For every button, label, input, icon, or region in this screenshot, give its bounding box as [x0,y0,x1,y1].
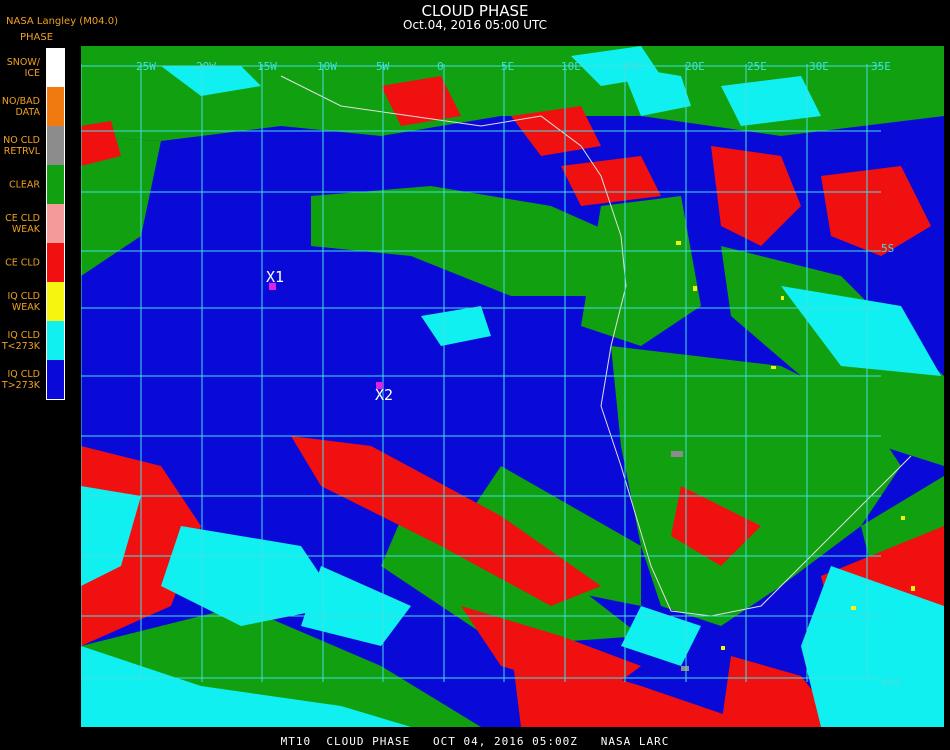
legend-label: IQ CLD WEAK [7,290,40,313]
legend-label: CLEAR [8,179,40,190]
legend-item: NO CLD RETRVL [0,126,66,165]
site-marker-label: X1 [266,268,285,286]
brand-label: NASA Langley (M04.0) [6,16,118,27]
legend-swatch [46,48,65,87]
legend-swatch [46,360,65,399]
legend-swatch [46,321,65,360]
legend-swatch [46,243,65,282]
legend-item: IQ CLD T<273K [0,321,66,360]
footer-caption: MT10 CLOUD PHASE OCT 04, 2016 05:00Z NAS… [280,735,670,748]
longitude-label: 15W [257,60,277,73]
legend-label: SNOW/ ICE [6,56,40,79]
legend-swatch [46,87,65,126]
legend-swatch [46,126,65,165]
longitude-label: 10W [317,60,337,73]
legend-item: IQ CLD T>273K [0,360,66,399]
longitude-label: 20E [685,60,705,73]
longitude-label: 10E [561,60,581,73]
legend-item: SNOW/ ICE [0,48,66,87]
longitude-label: 0 [437,60,444,73]
longitude-label: 25E [747,60,767,73]
legend-swatch [46,204,65,243]
legend-label: CE CLD [5,257,40,268]
map-canvas [81,46,944,727]
longitude-label: 5W [376,60,390,73]
longitude-label: 25W [136,60,156,73]
latitude-label: 40S [881,676,901,689]
legend-label: CE CLD WEAK [5,212,40,235]
site-marker-label: X2 [375,386,394,404]
longitude-label: 30E [809,60,829,73]
cloud-phase-map[interactable]: 25W 20W 15W 10W 5W 0 5E 10E 15E 20E 25E 30E 35E 5S 40S… [81,46,944,727]
latitude-label: 5S [881,242,895,255]
legend-item: CE CLD WEAK [0,204,66,243]
legend-swatch [46,282,65,321]
longitude-label: 5E [501,60,515,73]
legend-item: IQ CLD WEAK [0,282,66,321]
legend-label: IQ CLD T<273K [1,329,40,352]
legend-label: NO CLD RETRVL [3,134,40,157]
longitude-label: 35E [871,60,891,73]
longitude-label: 20W [196,60,216,73]
legend-title: PHASE [20,32,54,43]
longitude-label: 15E [623,60,643,73]
map-timestamp: Oct.04, 2016 05:00 UTC [403,18,547,32]
phase-legend: SNOW/ ICE NO/BAD DATA NO CLD RETRVL CLEAR CE… [0,48,66,400]
legend-item: CE CLD [0,243,66,282]
legend-label: NO/BAD DATA [1,95,40,118]
legend-item: CLEAR [0,165,66,204]
legend-swatch [46,165,65,204]
legend-item: NO/BAD DATA [0,87,66,126]
legend-label: IQ CLD T>273K [1,368,40,391]
